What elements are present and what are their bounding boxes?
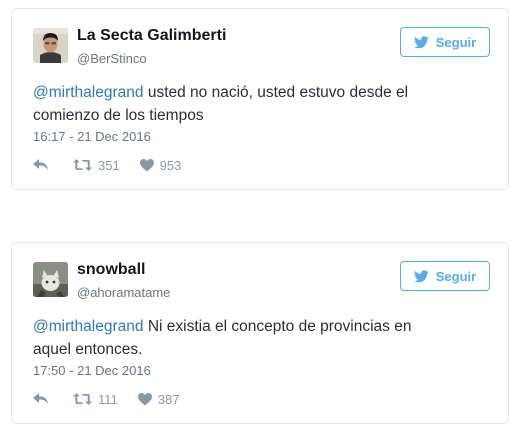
heart-icon (139, 158, 154, 172)
display-name[interactable]: La Secta Galimberti (77, 27, 226, 45)
display-name[interactable]: snowball (77, 261, 145, 279)
mention-link[interactable]: @mirthalegrand (33, 318, 144, 335)
follow-label: Seguir (435, 34, 477, 50)
timestamp[interactable]: 17:50 - 21 Dec 2016 (33, 363, 151, 378)
avatar[interactable] (33, 262, 68, 297)
retweet-icon (73, 159, 92, 171)
tweet-actions: 351 953 (33, 156, 181, 174)
retweet-button[interactable]: 351 (73, 158, 120, 173)
retweet-button[interactable]: 111 (73, 392, 118, 407)
timestamp[interactable]: 16:17 - 21 Dec 2016 (33, 129, 151, 144)
retweet-count: 351 (98, 157, 120, 173)
reply-arrow-icon (33, 393, 49, 405)
retweet-count: 111 (98, 391, 118, 407)
tweet-card: snowball @ahoramatame Seguir @mirthalegr… (11, 242, 509, 424)
like-count: 387 (157, 391, 180, 407)
tweet-text: @mirthalegrand Ni existia el concepto de… (33, 315, 453, 361)
user-handle[interactable]: @BerStinco (77, 51, 147, 66)
retweet-icon (73, 393, 92, 405)
user-handle[interactable]: @ahoramatame (77, 285, 170, 300)
mention-link[interactable]: @mirthalegrand (33, 84, 144, 101)
tweet-text: @mirthalegrand usted no nació, usted est… (33, 81, 453, 127)
follow-button[interactable]: Seguir (400, 27, 490, 57)
like-button[interactable]: 387 (137, 391, 180, 407)
tweet-card: La Secta Galimberti @BerStinco Seguir @m… (11, 8, 509, 190)
reply-arrow-icon (33, 159, 49, 171)
reply-button[interactable] (33, 159, 49, 171)
twitter-bird-icon (413, 269, 429, 283)
reply-button[interactable] (33, 393, 49, 405)
like-button[interactable]: 953 (139, 157, 182, 173)
like-count: 953 (159, 157, 182, 173)
avatar[interactable] (33, 28, 68, 63)
follow-label: Seguir (435, 268, 477, 284)
follow-button[interactable]: Seguir (400, 261, 490, 291)
twitter-bird-icon (413, 35, 429, 49)
heart-icon (137, 392, 152, 406)
tweet-actions: 111 387 (33, 390, 179, 408)
